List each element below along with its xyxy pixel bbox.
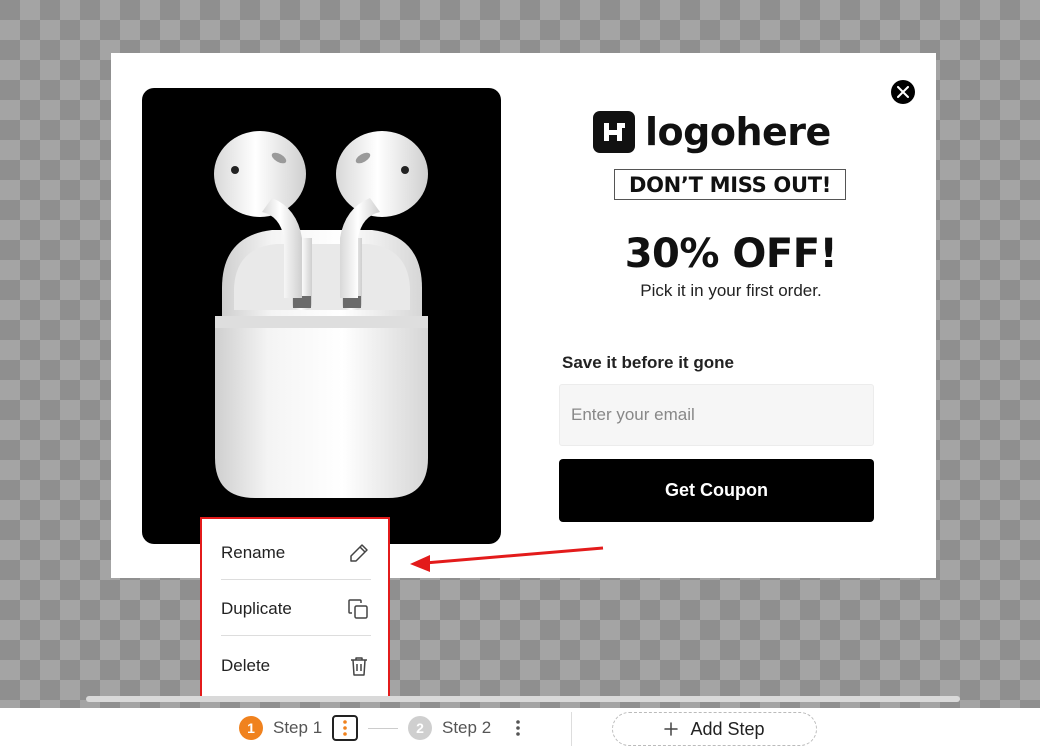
discount-headline: 30% OFF! bbox=[624, 231, 838, 277]
horizontal-scrollbar[interactable] bbox=[86, 696, 960, 702]
discount-subline: Pick it in your first order. bbox=[640, 281, 822, 300]
product-image bbox=[142, 88, 501, 544]
logo-mark bbox=[593, 111, 635, 153]
add-step-label: Add Step bbox=[690, 718, 765, 739]
menu-item-label: Delete bbox=[221, 656, 271, 675]
brand-logo: logohere bbox=[593, 109, 831, 155]
get-coupon-button[interactable]: Get Coupon bbox=[559, 459, 874, 522]
step-tab-1[interactable]: 1 Step 1 bbox=[239, 716, 322, 740]
menu-divider bbox=[221, 635, 371, 636]
trash-icon bbox=[351, 657, 367, 676]
step-number-badge: 1 bbox=[239, 716, 263, 740]
menu-item-label: Rename bbox=[221, 543, 286, 562]
menu-item-label: Duplicate bbox=[221, 599, 292, 618]
add-step-button[interactable]: Add Step bbox=[612, 712, 817, 746]
form-label: Save it before it gone bbox=[562, 353, 734, 372]
menu-item-duplicate[interactable]: Duplicate bbox=[202, 581, 388, 637]
menu-divider bbox=[221, 579, 371, 580]
popup-modal: logohere DON’T MISS OUT! 30% OFF! Pick i… bbox=[111, 53, 936, 578]
step-tab-2[interactable]: 2 Step 2 bbox=[408, 716, 491, 740]
logo-h-icon bbox=[604, 123, 625, 141]
plus-icon bbox=[664, 722, 679, 736]
steps-bar: 1 Step 1 2 Step 2 Add Step bbox=[0, 708, 1040, 746]
menu-item-delete[interactable]: Delete bbox=[202, 638, 388, 694]
step-connector bbox=[368, 728, 398, 729]
email-input[interactable] bbox=[559, 384, 874, 446]
menu-item-rename[interactable]: Rename bbox=[202, 525, 388, 581]
step-1-menu-button[interactable] bbox=[332, 715, 358, 741]
airpods-illustration bbox=[214, 131, 428, 498]
step-label: Step 2 bbox=[442, 718, 492, 737]
close-button[interactable] bbox=[891, 80, 915, 104]
step-label: Step 1 bbox=[273, 718, 323, 737]
promo-banner: DON’T MISS OUT! bbox=[614, 169, 846, 200]
copy-icon bbox=[348, 599, 368, 619]
step-context-menu: Rename Duplicate Delete bbox=[200, 517, 390, 700]
pencil-icon bbox=[350, 544, 368, 562]
close-icon bbox=[897, 86, 909, 98]
kebab-icon bbox=[516, 720, 520, 736]
step-2-menu-button[interactable] bbox=[505, 715, 531, 741]
kebab-icon bbox=[343, 720, 347, 736]
step-number-badge: 2 bbox=[408, 716, 432, 740]
toolbar-divider bbox=[571, 712, 572, 746]
logo-text: logohere bbox=[645, 110, 831, 154]
